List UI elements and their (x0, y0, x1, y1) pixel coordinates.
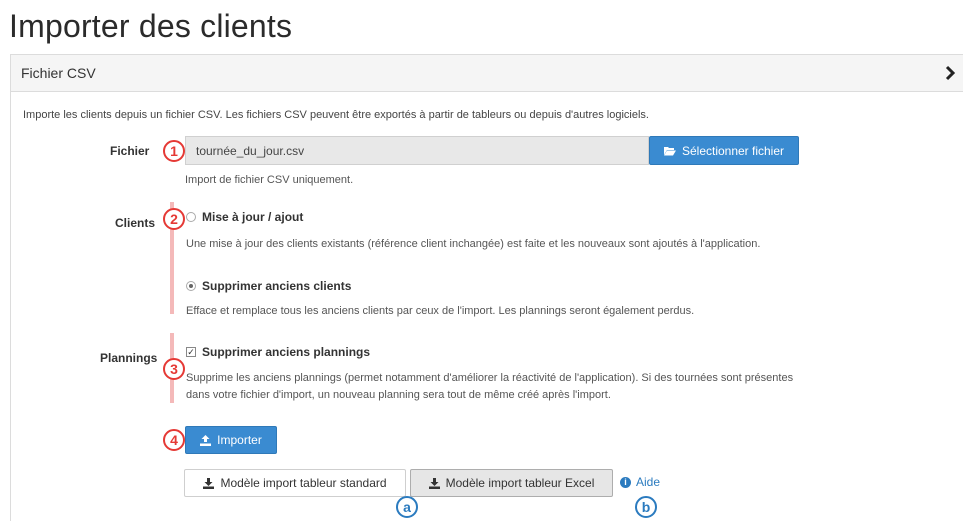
plannings-label: Plannings (100, 351, 158, 365)
delete-old-clients-radio[interactable] (186, 281, 196, 291)
annotation-a: a (396, 496, 418, 518)
template-excel-label: Modèle import tableur Excel (445, 476, 595, 490)
file-name-field[interactable]: tournée_du_jour.csv (185, 136, 649, 165)
download-icon (203, 477, 215, 489)
delete-old-plannings-help: Supprime les anciens plannings (permet n… (186, 372, 794, 401)
delete-old-plannings-label[interactable]: Supprimer anciens plannings (202, 345, 370, 359)
template-standard-button[interactable]: Modèle import tableur standard (184, 469, 406, 497)
file-label: Fichier (110, 144, 150, 158)
delete-old-clients-help: Efface et remplace tous les anciens clie… (186, 305, 695, 317)
select-file-label: Sélectionner fichier (681, 143, 785, 158)
template-standard-label: Modèle import tableur standard (220, 476, 387, 490)
file-help: Import de fichier CSV uniquement. (185, 174, 354, 186)
upload-icon (200, 434, 212, 446)
panel-intro: Importe les clients depuis un fichier CS… (23, 109, 649, 121)
csv-panel: Fichier CSV (10, 54, 963, 521)
annotation-b: b (635, 496, 657, 518)
folder-open-icon (663, 146, 676, 155)
delete-old-clients-label[interactable]: Supprimer anciens clients (202, 279, 351, 293)
panel-heading[interactable]: Fichier CSV (11, 55, 963, 92)
update-add-radio[interactable] (186, 212, 196, 222)
info-icon: i (620, 476, 631, 488)
annotation-1: 1 (163, 140, 185, 162)
annotation-4: 4 (163, 429, 185, 451)
delete-old-plannings-checkbox[interactable]: ✓ (186, 347, 196, 357)
panel-heading-title: Fichier CSV (21, 65, 96, 81)
chevron-right-icon[interactable] (941, 64, 959, 82)
download-icon (428, 477, 440, 489)
help-link-label: Aide (636, 475, 661, 489)
select-file-button[interactable]: Sélectionner fichier (649, 136, 799, 165)
annotation-3: 3 (163, 358, 185, 380)
import-button[interactable]: Importer (185, 426, 277, 454)
update-add-label[interactable]: Mise à jour / ajout (202, 210, 303, 224)
page-title: Importer des clients (9, 8, 293, 44)
clients-label: Clients (115, 216, 156, 230)
template-excel-button[interactable]: Modèle import tableur Excel (410, 469, 613, 497)
help-link[interactable]: i Aide (620, 475, 660, 489)
update-add-help: Une mise à jour des clients existants (r… (186, 238, 761, 250)
annotation-2: 2 (163, 208, 185, 230)
import-button-label: Importer (217, 433, 262, 447)
